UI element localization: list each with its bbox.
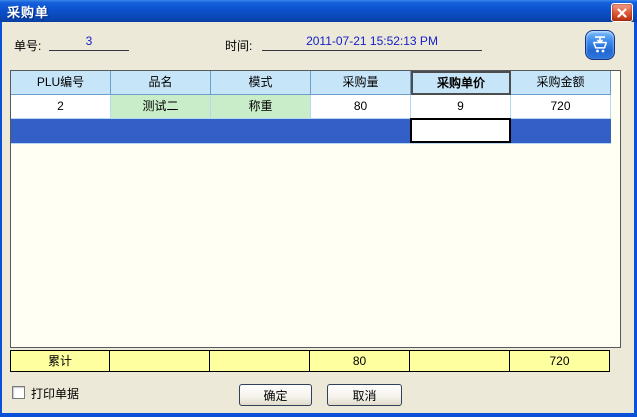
order-no-field[interactable]: 3 [49,33,129,51]
cell-price[interactable]: 9 [411,95,511,119]
totals-label-cell: 累计 [10,350,110,372]
cell-amount[interactable]: 720 [511,95,611,119]
selected-new-row[interactable] [11,119,611,144]
totals-empty-cell [410,350,510,372]
totals-empty-cell [210,350,310,372]
unit-price-editor[interactable] [410,118,511,143]
col-header-name[interactable]: 品名 [111,71,211,95]
col-header-amount[interactable]: 采购金额 [511,71,611,95]
close-button[interactable] [611,3,633,22]
time-label: 时间: [225,37,252,54]
purchase-order-dialog: 采购单 单号: 3 时间: 2011-07-21 15:52:13 PM PLU… [0,0,637,417]
time-field[interactable]: 2011-07-21 15:52:13 PM [262,33,482,51]
order-no-label: 单号: [14,37,41,54]
col-header-plu[interactable]: PLU编号 [11,71,111,95]
window-title: 采购单 [0,2,49,21]
cell-qty[interactable]: 80 [311,95,411,119]
title-bar[interactable]: 采购单 [0,0,637,22]
add-item-button[interactable] [585,30,615,60]
totals-empty-cell [110,350,210,372]
table-row[interactable]: 2 测试二 称重 80 9 720 [11,95,620,119]
ok-button[interactable]: 确定 [239,384,312,406]
close-icon [617,8,627,18]
print-receipt-checkbox[interactable] [12,386,25,399]
col-header-unit-price[interactable]: 采购单价 [411,71,511,95]
cancel-button[interactable]: 取消 [327,384,402,406]
purchase-items-grid[interactable]: PLU编号 品名 模式 采购量 采购单价 采购金额 2 测试二 称重 80 9 … [10,70,621,348]
totals-amount-cell: 720 [510,350,610,372]
col-header-mode[interactable]: 模式 [211,71,311,95]
shopping-cart-icon [590,35,610,55]
cell-name[interactable]: 测试二 [111,95,211,119]
grid-header-row: PLU编号 品名 模式 采购量 采购单价 采购金额 [11,71,620,95]
cell-mode[interactable]: 称重 [211,95,311,119]
totals-row: 累计 80 720 [10,350,610,372]
col-header-qty[interactable]: 采购量 [311,71,411,95]
print-receipt-label[interactable]: 打印单据 [31,385,79,402]
totals-qty-cell: 80 [310,350,410,372]
cell-plu[interactable]: 2 [11,95,111,119]
